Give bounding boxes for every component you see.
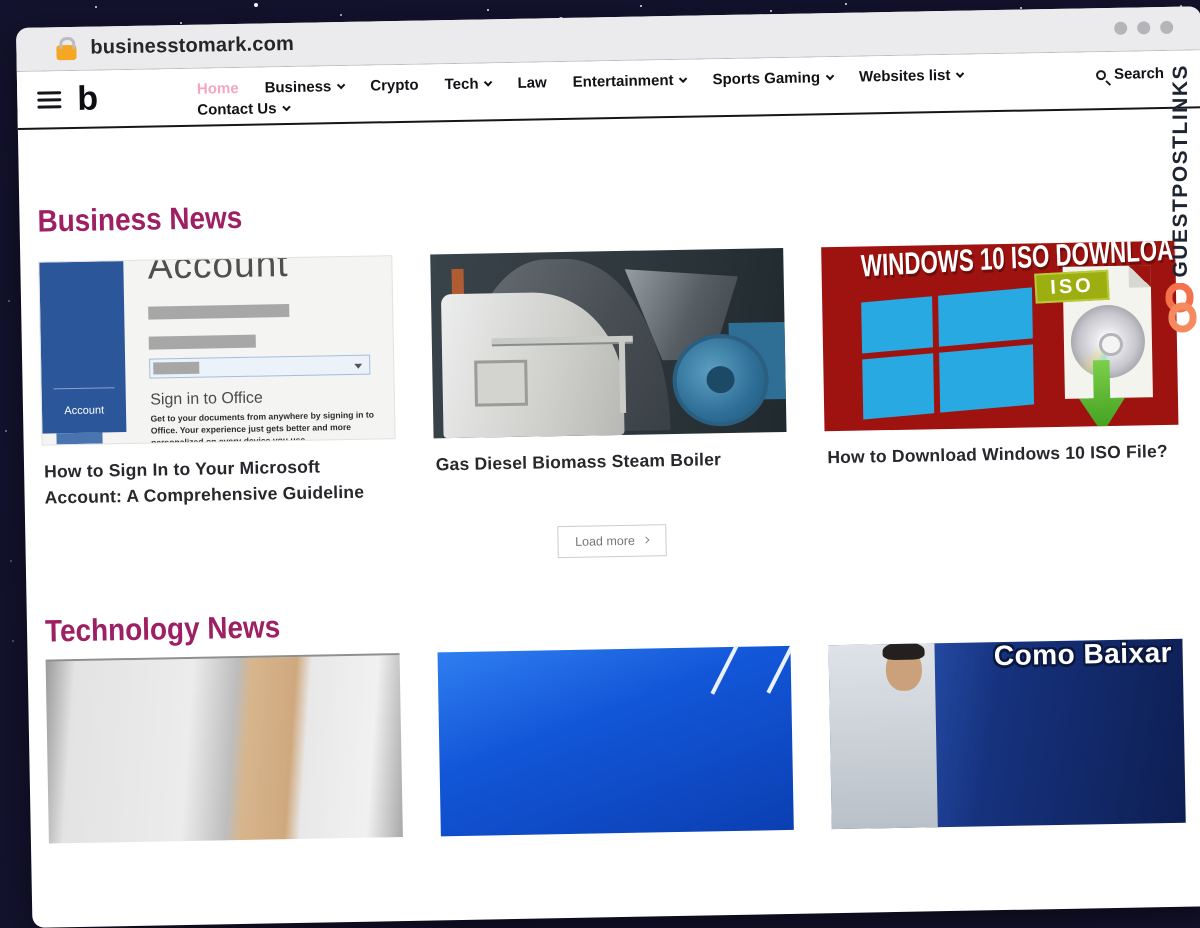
search-button[interactable]: Search xyxy=(1096,65,1164,83)
article-card-tech-1[interactable] xyxy=(46,653,403,843)
guestpostlinks-watermark: GUESTPOSTLINKS xyxy=(1165,64,1197,333)
page-content: Business News Account Account Sign in xyxy=(19,182,1200,843)
article-thumbnail[interactable] xyxy=(46,653,403,843)
nav-item-tech[interactable]: Tech xyxy=(444,75,491,93)
starfield-background xyxy=(0,0,2,2)
chevron-down-icon xyxy=(826,71,834,79)
watermark-text: GUESTPOSTLINKS xyxy=(1169,64,1193,278)
chevron-down-icon xyxy=(956,69,964,77)
article-thumbnail-como-baixar[interactable]: Como Baixar xyxy=(829,638,1186,828)
article-card-steam-boiler[interactable]: Gas Diesel Biomass Steam Boiler xyxy=(430,248,788,504)
article-thumbnail-windows-iso[interactable]: WINDOWS 10 ISO DOWNLOAD ISO xyxy=(821,241,1178,431)
nav-item-home[interactable]: Home xyxy=(197,80,239,98)
office-dropdown xyxy=(149,355,370,379)
windows-logo xyxy=(861,287,1033,416)
technology-cards-row: Como Baixar xyxy=(46,638,1186,843)
office-account-title: Account xyxy=(147,256,375,287)
nav-item-websites-list[interactable]: Websites list xyxy=(859,67,964,86)
placeholder-bar xyxy=(149,335,256,350)
article-thumbnail[interactable] xyxy=(437,645,794,835)
lock-icon xyxy=(56,45,76,60)
article-title[interactable]: Gas Diesel Biomass Steam Boiler xyxy=(435,445,787,478)
office-signin-body: Get to your documents from anywhere by s… xyxy=(150,408,378,443)
business-news-heading: Business News xyxy=(37,185,1061,240)
chevron-down-icon xyxy=(337,80,345,88)
window-control-dots[interactable] xyxy=(1114,21,1173,35)
article-title[interactable]: How to Sign In to Your Microsoft Account… xyxy=(44,452,397,511)
chevron-down-icon xyxy=(484,78,492,86)
article-card-microsoft-signin[interactable]: Account Account Sign in to Office Get to… xyxy=(38,255,396,511)
article-title[interactable]: How to Download Windows 10 ISO File? xyxy=(827,438,1179,471)
nav-item-crypto[interactable]: Crypto xyxy=(370,77,419,95)
hamburger-icon[interactable] xyxy=(37,91,62,121)
nav-item-law[interactable]: Law xyxy=(517,74,546,92)
nav-item-business[interactable]: Business xyxy=(264,78,344,96)
iso-badge: ISO xyxy=(1034,270,1110,304)
article-card-tech-2[interactable] xyxy=(437,645,794,835)
article-thumbnail-boiler[interactable] xyxy=(430,248,787,438)
nav-item-contact-us[interactable]: Contact Us xyxy=(197,100,289,119)
technology-news-heading: Technology News xyxy=(45,594,1069,649)
main-menu: Home Business Crypto Tech Law Entertainm… xyxy=(197,63,964,119)
article-card-windows-iso[interactable]: WINDOWS 10 ISO DOWNLOAD ISO How to Downl… xyxy=(821,241,1179,497)
business-cards-row: Account Account Sign in to Office Get to… xyxy=(38,241,1179,511)
person-face xyxy=(885,646,922,691)
article-card-tech-3[interactable]: Como Baixar xyxy=(829,638,1186,828)
office-sidebar: Account xyxy=(39,261,127,434)
chevron-down-icon xyxy=(282,102,290,110)
nav-item-sports-gaming[interactable]: Sports Gaming xyxy=(712,69,833,88)
site-logo[interactable]: b xyxy=(77,79,98,121)
como-baixar-headline: Como Baixar xyxy=(994,638,1173,671)
article-thumbnail-office-signin[interactable]: Account Account Sign in to Office Get to… xyxy=(38,255,395,445)
magnifier-icon xyxy=(1096,70,1106,80)
nav-item-entertainment[interactable]: Entertainment xyxy=(573,72,687,91)
chevron-down-icon xyxy=(679,74,687,82)
load-more-button[interactable]: Load more xyxy=(557,524,667,558)
chevron-right-icon xyxy=(643,536,650,543)
browser-window: businesstomark.com b Home Business Crypt… xyxy=(16,6,1200,928)
address-bar-url[interactable]: businesstomark.com xyxy=(90,33,294,60)
chain-link-icon xyxy=(1165,283,1197,333)
placeholder-bar xyxy=(149,304,290,320)
load-more-container: Load more xyxy=(43,514,1180,567)
office-signin-heading: Sign in to Office xyxy=(150,387,378,409)
